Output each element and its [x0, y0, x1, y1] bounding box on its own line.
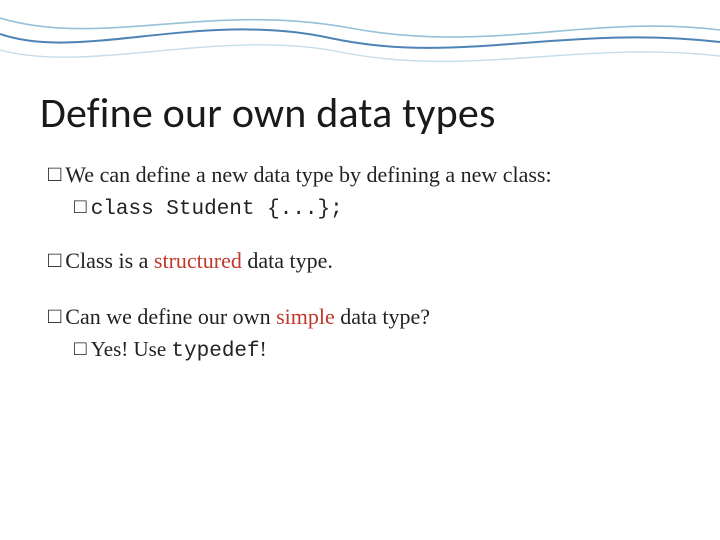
- slide-title: Define our own data types: [40, 88, 680, 139]
- square-bullet-icon: □: [48, 246, 61, 274]
- text: data type.: [242, 248, 333, 273]
- code-text: class Student {...};: [91, 198, 343, 221]
- bullet-simple-question: □Can we define our own simple data type?: [48, 303, 680, 331]
- text: Class is a: [65, 248, 154, 273]
- bullet-define-class: □We can define a new data type by defini…: [48, 161, 680, 189]
- highlight-text: structured: [154, 248, 242, 273]
- bullet-class-code: □class Student {...};: [74, 195, 680, 221]
- square-bullet-icon: □: [48, 302, 61, 330]
- text: data type?: [335, 304, 430, 329]
- bullet-structured: □Class is a structured data type.: [48, 247, 680, 275]
- square-bullet-icon: □: [48, 160, 61, 188]
- slide-body: Define our own data types □We can define…: [0, 0, 720, 387]
- bullet-typedef-answer: □Yes! Use typedef!: [74, 337, 680, 363]
- square-bullet-icon: □: [74, 195, 87, 219]
- code-text: typedef: [171, 340, 259, 363]
- text: Yes! Use: [91, 337, 172, 361]
- text: We can define a new data type by definin…: [65, 162, 551, 187]
- highlight-text: simple: [276, 304, 335, 329]
- text: Can we define our own: [65, 304, 276, 329]
- square-bullet-icon: □: [74, 337, 87, 361]
- text: !: [260, 337, 267, 361]
